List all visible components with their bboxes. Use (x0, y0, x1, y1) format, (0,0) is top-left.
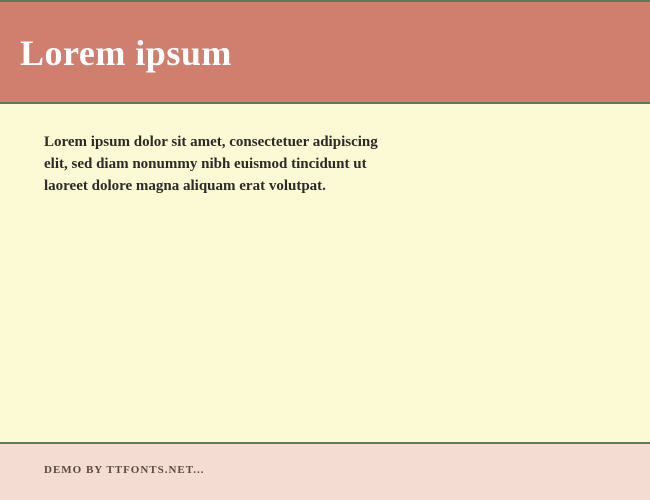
content-area: Lorem ipsum dolor sit amet, consectetuer… (0, 102, 650, 444)
footer-bar: DEMO BY TTFONTS.NET... (0, 444, 650, 500)
page-title: Lorem ipsum (20, 32, 630, 74)
footer-attribution: DEMO BY TTFONTS.NET... (44, 464, 606, 476)
header-banner: Lorem ipsum (0, 0, 650, 102)
body-paragraph: Lorem ipsum dolor sit amet, consectetuer… (44, 132, 404, 197)
